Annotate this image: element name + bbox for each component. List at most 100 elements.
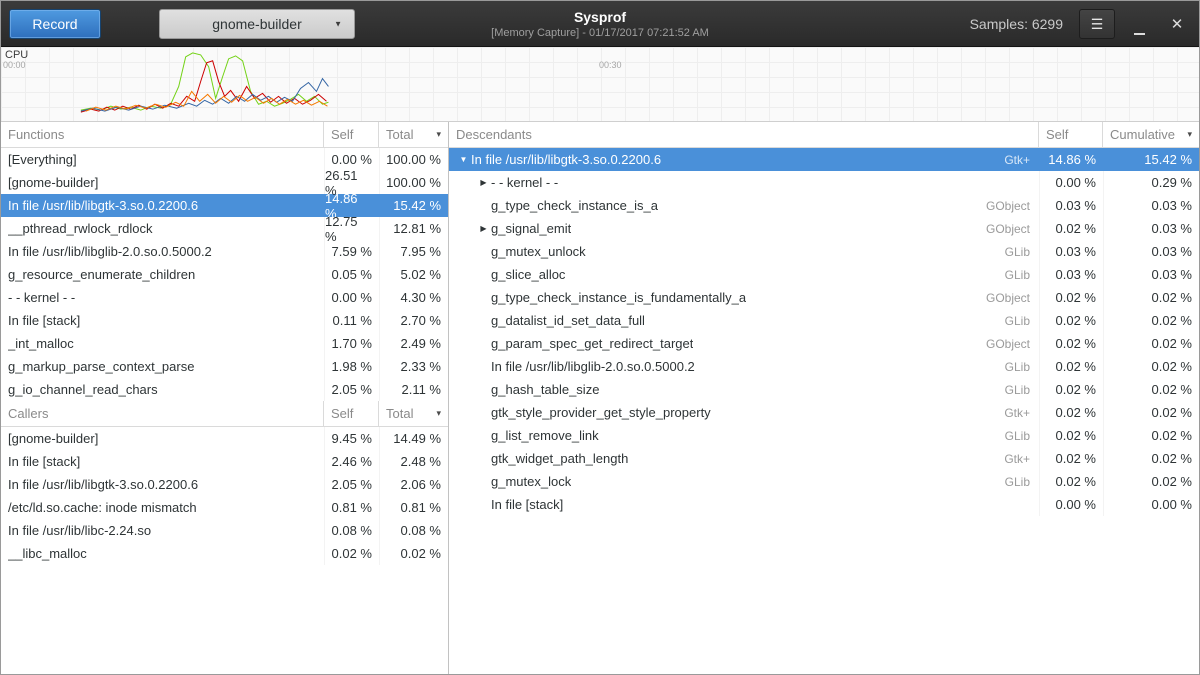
column-header-label: Total xyxy=(386,127,413,142)
callers-table-header-row: CallersSelfTotal▾ xyxy=(1,401,448,427)
cell-total-percent: 0.81 % xyxy=(379,496,448,519)
cell-total-percent: 12.81 % xyxy=(379,217,448,240)
column-header-label: Cumulative xyxy=(1110,127,1175,142)
table-row[interactable]: ▼In file /usr/lib/libgtk-3.so.0.2200.6Gt… xyxy=(449,148,1199,171)
column-header-label: Self xyxy=(1046,127,1068,142)
cell-name: __pthread_rwlock_rdlock xyxy=(1,217,324,240)
table-row[interactable]: g_type_check_instance_is_aGObject0.03 %0… xyxy=(449,194,1199,217)
expander-open-icon[interactable]: ▼ xyxy=(456,155,471,164)
table-row[interactable]: In file [stack]2.46 %2.48 % xyxy=(1,450,448,473)
cell-name: g_markup_parse_context_parse xyxy=(1,355,324,378)
column-header-label: Functions xyxy=(8,127,64,142)
expander-closed-icon[interactable]: ▶ xyxy=(476,178,491,187)
library-badge: GObject xyxy=(978,337,1039,351)
chevron-down-icon: ▼ xyxy=(334,19,342,28)
target-selector-dropdown[interactable]: gnome-builder ▼ xyxy=(159,9,355,39)
table-row[interactable]: g_type_check_instance_is_fundamentally_a… xyxy=(449,286,1199,309)
cell-self-percent: 1.98 % xyxy=(324,355,379,378)
column-header-self[interactable]: Self xyxy=(324,401,379,426)
cell-total-percent: 0.02 % xyxy=(1103,378,1199,401)
function-name: g_datalist_id_set_data_full xyxy=(491,313,645,328)
table-row[interactable]: g_list_remove_linkGLib0.02 %0.02 % xyxy=(449,424,1199,447)
expander-closed-icon[interactable]: ▶ xyxy=(476,224,491,233)
column-header-total[interactable]: Total ▾ xyxy=(379,122,448,147)
close-button[interactable]: ✕ xyxy=(1163,9,1191,39)
column-header-callers[interactable]: Callers xyxy=(1,401,324,426)
cpu-graph-canvas xyxy=(1,47,1199,121)
table-row[interactable]: __libc_malloc0.02 %0.02 % xyxy=(1,542,448,565)
table-row[interactable]: ▶- - kernel - -0.00 %0.29 % xyxy=(449,171,1199,194)
function-name: gtk_style_provider_get_style_property xyxy=(491,405,711,420)
cell-self-percent: 0.02 % xyxy=(1039,286,1103,309)
table-row[interactable]: In file /usr/lib/libgtk-3.so.0.2200.614.… xyxy=(1,194,448,217)
cell-self-percent: 0.03 % xyxy=(1039,263,1103,286)
column-header-descendants[interactable]: Descendants xyxy=(449,122,1039,147)
cell-self-percent: 2.05 % xyxy=(324,378,379,401)
cell-self-percent: 0.02 % xyxy=(1039,424,1103,447)
cpu-graph[interactable]: CPU 00:00 00:30 xyxy=(1,47,1199,122)
table-row[interactable]: [gnome-builder]9.45 %14.49 % xyxy=(1,427,448,450)
table-row[interactable]: g_io_channel_read_chars2.05 %2.11 % xyxy=(1,378,448,401)
sort-indicator-icon: ▾ xyxy=(1181,129,1192,140)
column-header-self[interactable]: Self xyxy=(324,122,379,147)
function-name: In file [stack] xyxy=(491,497,563,512)
library-badge: Gtk+ xyxy=(996,406,1039,420)
cell-total-percent: 0.03 % xyxy=(1103,194,1199,217)
table-row[interactable]: [gnome-builder]26.51 %100.00 % xyxy=(1,171,448,194)
function-name: In file [stack] xyxy=(8,454,80,469)
column-header-label: Descendants xyxy=(456,127,532,142)
function-name: __libc_malloc xyxy=(8,546,87,561)
table-row[interactable]: gtk_style_provider_get_style_property Gtk… xyxy=(449,401,1199,424)
cell-name: In file [stack] xyxy=(449,493,1039,516)
table-row[interactable]: In file /usr/lib/libc-2.24.so0.08 %0.08 … xyxy=(1,519,448,542)
cell-total-percent: 0.02 % xyxy=(1103,470,1199,493)
table-row[interactable]: [Everything]0.00 %100.00 % xyxy=(1,148,448,171)
table-row[interactable]: In file /usr/lib/libglib-2.0.so.0.5000.2… xyxy=(449,355,1199,378)
table-row[interactable]: _int_malloc1.70 %2.49 % xyxy=(1,332,448,355)
table-row[interactable]: ▶g_signal_emitGObject0.02 %0.03 % xyxy=(449,217,1199,240)
cell-name: g_param_spec_get_redirect_targetGObject xyxy=(449,332,1039,355)
table-row[interactable]: g_hash_table_sizeGLib0.02 %0.02 % xyxy=(449,378,1199,401)
table-row[interactable]: - - kernel - -0.00 %4.30 % xyxy=(1,286,448,309)
sort-indicator-icon: ▾ xyxy=(430,408,441,419)
function-name: - - kernel - - xyxy=(8,290,75,305)
cell-name: ▼In file /usr/lib/libgtk-3.so.0.2200.6Gt… xyxy=(449,148,1039,171)
function-name: In file /usr/lib/libglib-2.0.so.0.5000.2 xyxy=(491,359,695,374)
cell-total-percent: 0.29 % xyxy=(1103,171,1199,194)
minimize-button[interactable] xyxy=(1125,9,1153,39)
cell-name: [Everything] xyxy=(1,148,324,171)
column-header-total[interactable]: Total▾ xyxy=(379,401,448,426)
table-row[interactable]: /etc/ld.so.cache: inode mismatch0.81 %0.… xyxy=(1,496,448,519)
column-header-cumulative[interactable]: Cumulative ▾ xyxy=(1103,122,1199,147)
table-row[interactable]: g_slice_allocGLib0.03 %0.03 % xyxy=(449,263,1199,286)
functions-table: Functions Self Total ▾ [Everything]0.00 %100… xyxy=(1,122,448,401)
cell-name: In file /usr/lib/libglib-2.0.so.0.5000.2… xyxy=(449,355,1039,378)
table-row[interactable]: g_markup_parse_context_parse1.98 %2.33 % xyxy=(1,355,448,378)
menu-button[interactable]: ☰ xyxy=(1079,9,1115,39)
cpu-series-cpu2-blue xyxy=(81,79,329,112)
table-row[interactable]: In file /usr/lib/libgtk-3.so.0.2200.62.0… xyxy=(1,473,448,496)
column-header-functions[interactable]: Functions xyxy=(1,122,324,147)
sort-indicator-icon: ▾ xyxy=(430,129,441,140)
table-row[interactable]: g_resource_enumerate_children0.05 %5.02 … xyxy=(1,263,448,286)
cell-name: In file /usr/lib/libglib-2.0.so.0.5000.2 xyxy=(1,240,324,263)
cell-total-percent: 15.42 % xyxy=(379,194,448,217)
table-row[interactable]: __pthread_rwlock_rdlock12.75 %12.81 % xyxy=(1,217,448,240)
cell-name: g_type_check_instance_is_aGObject xyxy=(449,194,1039,217)
cell-self-percent: 0.02 % xyxy=(1039,470,1103,493)
table-row[interactable]: In file [stack]0.11 %2.70 % xyxy=(1,309,448,332)
library-badge: GObject xyxy=(978,291,1039,305)
table-row[interactable]: In file [stack]0.00 %0.00 % xyxy=(449,493,1199,516)
record-button[interactable]: Record xyxy=(9,9,101,39)
table-row[interactable]: g_mutex_lockGLib0.02 %0.02 % xyxy=(449,470,1199,493)
function-name: _int_malloc xyxy=(8,336,74,351)
table-row[interactable]: g_datalist_id_set_data_fullGLib0.02 %0.0… xyxy=(449,309,1199,332)
cpu-series-cpu1-red xyxy=(81,61,327,112)
table-row[interactable]: gtk_widget_path_lengthGtk+0.02 %0.02 % xyxy=(449,447,1199,470)
table-row[interactable]: In file /usr/lib/libglib-2.0.so.0.5000.2… xyxy=(1,240,448,263)
table-row[interactable]: g_mutex_unlockGLib0.03 %0.03 % xyxy=(449,240,1199,263)
table-row[interactable]: g_param_spec_get_redirect_targetGObject0… xyxy=(449,332,1199,355)
function-name: In file /usr/lib/libgtk-3.so.0.2200.6 xyxy=(8,477,198,492)
column-header-self[interactable]: Self xyxy=(1039,122,1103,147)
cell-name: g_list_remove_linkGLib xyxy=(449,424,1039,447)
